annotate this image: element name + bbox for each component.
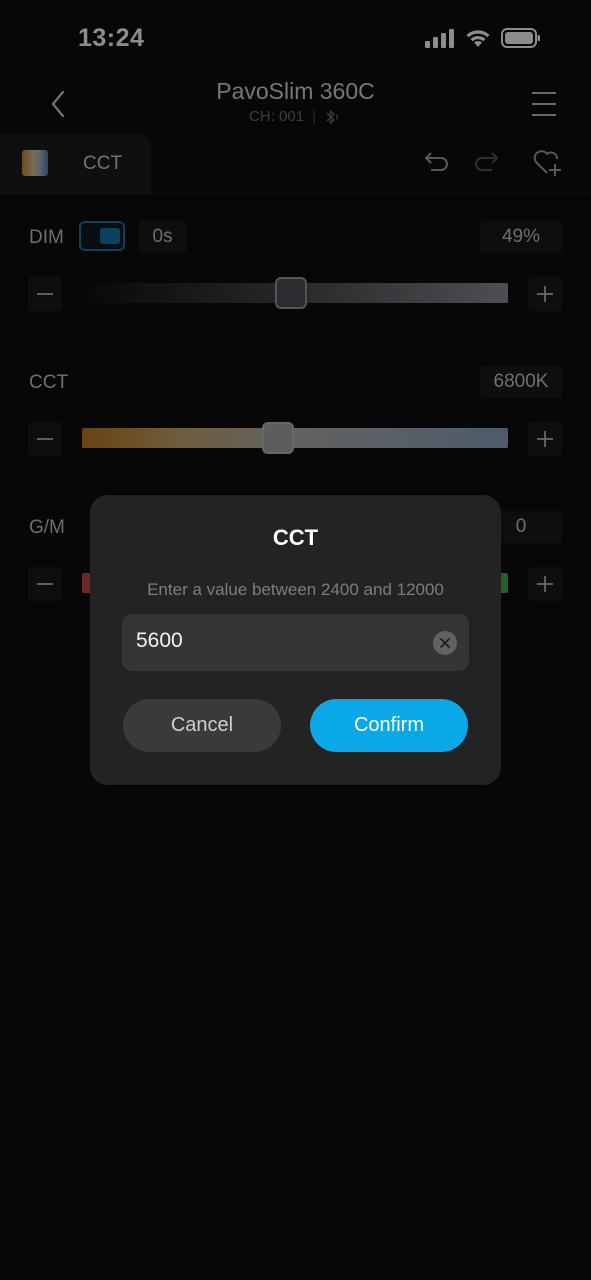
cancel-button[interactable]: Cancel	[123, 699, 281, 752]
cct-input-text: 5600	[136, 629, 183, 652]
dialog-hint: Enter a value between 2400 and 12000	[147, 580, 444, 599]
confirm-button[interactable]: Confirm	[310, 699, 468, 752]
cct-input-dialog: CCT Enter a value between 2400 and 12000…	[90, 495, 501, 785]
close-icon	[439, 637, 451, 649]
cct-value-input[interactable]: 5600	[122, 614, 469, 671]
dialog-title: CCT	[272, 525, 319, 550]
clear-input-button[interactable]	[433, 631, 457, 655]
